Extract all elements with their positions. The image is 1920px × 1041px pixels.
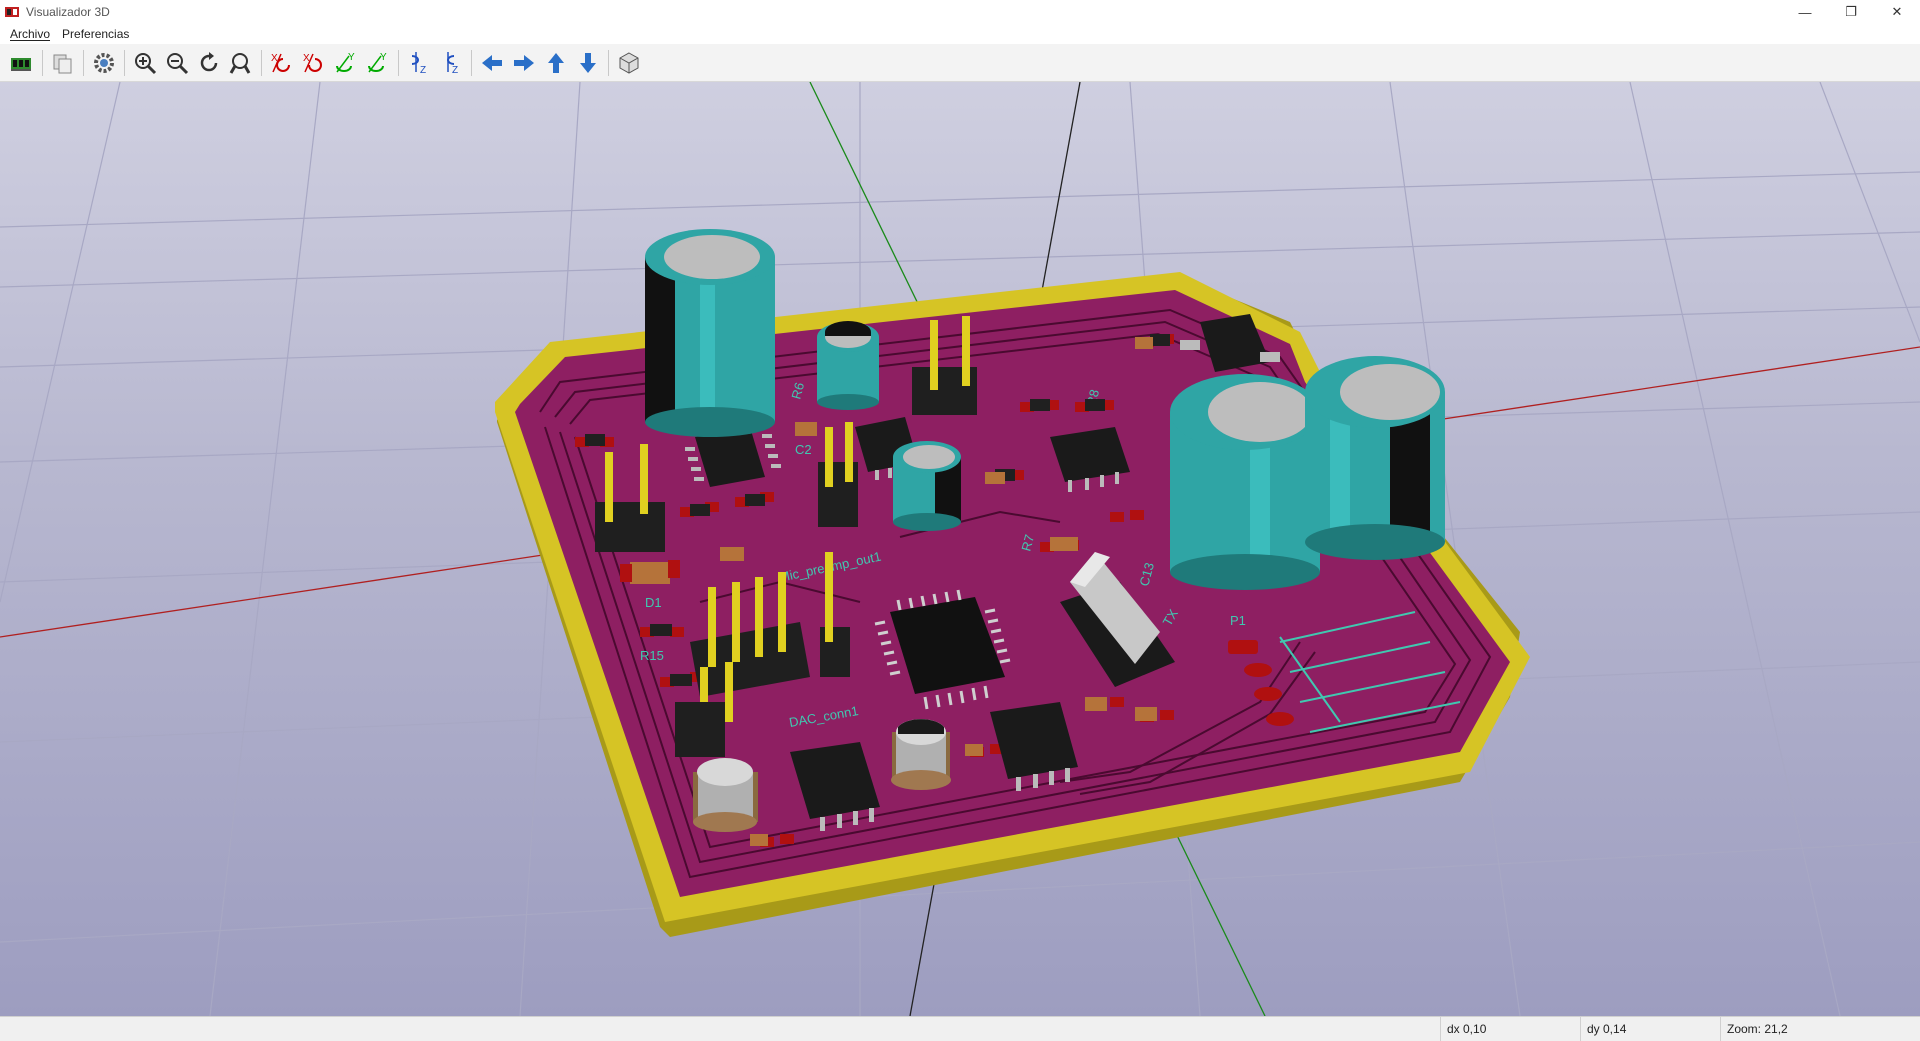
3d-scene: D1 R15 Mic_preamp_out1 DAC_conn1 P1 C13 …	[0, 82, 1920, 1016]
label-d1: D1	[645, 595, 662, 610]
toolbar-separator	[124, 49, 125, 76]
move-down-button[interactable]	[572, 47, 604, 79]
move-left-button[interactable]	[476, 47, 508, 79]
status-zoom: Zoom: 21,2	[1720, 1017, 1920, 1041]
3d-viewport[interactable]: D1 R15 Mic_preamp_out1 DAC_conn1 P1 C13 …	[0, 82, 1920, 1016]
rotate-x-ccw-button[interactable]: X	[298, 47, 330, 79]
reload-board-button[interactable]	[6, 47, 38, 79]
viewer-window: Visualizador 3D — ❐ ✕ Archivo Preferenci…	[0, 0, 1920, 1041]
toolbar-separator	[42, 49, 43, 76]
cap-medium-1	[817, 321, 879, 410]
label-c2: C2	[795, 442, 812, 457]
redraw-icon	[200, 51, 218, 71]
settings-button[interactable]	[88, 47, 120, 79]
close-button[interactable]: ✕	[1874, 0, 1920, 24]
label-p1: P1	[1230, 613, 1246, 628]
rotate-y-ccw-icon: Y	[368, 52, 387, 72]
zoom-fit-button[interactable]	[225, 47, 257, 79]
menu-archivo[interactable]: Archivo	[4, 24, 56, 44]
menu-bar: Archivo Preferencias	[0, 24, 1920, 44]
zoom-in-icon	[135, 52, 157, 74]
svg-text:Z: Z	[452, 65, 458, 76]
rotate-x-ccw-icon: X	[303, 53, 322, 72]
rotate-z-cw-icon: Z	[411, 51, 426, 76]
rotate-y-cw-button[interactable]: Y	[330, 47, 362, 79]
orthographic-icon	[619, 51, 639, 74]
move-down-icon	[580, 52, 596, 73]
cap-c-small-1	[693, 758, 758, 832]
window-controls: — ❐ ✕	[1782, 0, 1920, 24]
zoom-fit-icon	[229, 52, 251, 74]
toolbar-separator	[261, 49, 262, 76]
zoom-out-icon	[167, 52, 189, 74]
rotate-x-cw-icon: X	[271, 53, 290, 72]
status-bar: dx 0,10 dy 0,14 Zoom: 21,2	[0, 1016, 1920, 1041]
menu-preferencias[interactable]: Preferencias	[56, 24, 135, 44]
cap-large-3	[1305, 356, 1445, 560]
move-right-button[interactable]	[508, 47, 540, 79]
cap-large-1	[645, 229, 775, 437]
move-up-icon	[548, 52, 564, 73]
toolbar-separator	[608, 49, 609, 76]
rotate-x-cw-button[interactable]: X	[266, 47, 298, 79]
move-right-icon	[514, 54, 534, 71]
pcb-board: D1 R15 Mic_preamp_out1 DAC_conn1 P1 C13 …	[495, 229, 1530, 937]
minimize-button[interactable]: —	[1782, 0, 1828, 24]
svg-text:Y: Y	[380, 52, 387, 63]
status-dy: dy 0,14	[1580, 1017, 1720, 1041]
copy-icon	[53, 54, 72, 73]
zoom-out-button[interactable]	[161, 47, 193, 79]
settings-icon	[94, 52, 114, 73]
rotate-z-cw-button[interactable]: Z	[403, 47, 435, 79]
redraw-button[interactable]	[193, 47, 225, 79]
orthographic-button[interactable]	[613, 47, 645, 79]
rotate-z-ccw-icon: Z	[447, 51, 458, 76]
cap-medium-2	[893, 441, 961, 531]
app-icon	[5, 7, 19, 17]
title-bar[interactable]: Visualizador 3D — ❐ ✕	[0, 0, 1920, 24]
cap-c-small-2	[891, 719, 951, 790]
move-up-button[interactable]	[540, 47, 572, 79]
move-left-icon	[482, 54, 502, 71]
label-r15: R15	[640, 648, 664, 663]
svg-text:Y: Y	[348, 52, 355, 63]
reload-board-icon	[11, 57, 31, 71]
svg-text:Z: Z	[420, 65, 426, 76]
rotate-y-ccw-button[interactable]: Y	[362, 47, 394, 79]
toolbar-separator	[398, 49, 399, 76]
toolbar-separator	[83, 49, 84, 76]
cap-large-2	[1170, 374, 1320, 590]
rotate-y-cw-icon: Y	[336, 52, 355, 72]
toolbar-separator	[471, 49, 472, 76]
window-title: Visualizador 3D	[26, 5, 110, 19]
restore-button[interactable]: ❐	[1828, 0, 1874, 24]
toolbar: X X Y Y Z Z	[0, 44, 1920, 82]
copy-button[interactable]	[47, 47, 79, 79]
status-dx: dx 0,10	[1440, 1017, 1580, 1041]
rotate-z-ccw-button[interactable]: Z	[435, 47, 467, 79]
zoom-in-button[interactable]	[129, 47, 161, 79]
